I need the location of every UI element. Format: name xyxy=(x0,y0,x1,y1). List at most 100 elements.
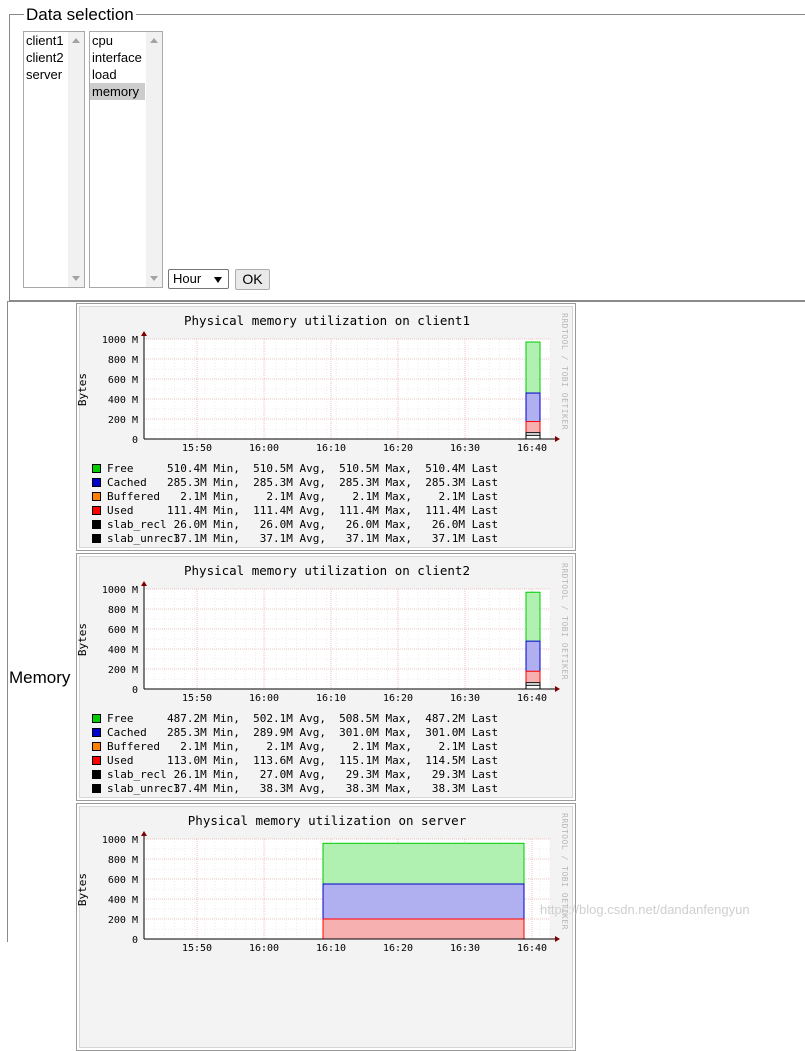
legend-stats: 2.1M Min, 2.1M Avg, 2.1M Max, 2.1M Last xyxy=(167,740,499,753)
y-axis-arrow xyxy=(141,831,147,836)
x-tick-label: 16:00 xyxy=(249,693,279,704)
x-tick-label: 16:10 xyxy=(316,943,346,954)
legend-series-name: Cached xyxy=(107,726,147,739)
x-tick-label: 16:30 xyxy=(450,693,480,704)
legend-row: slab_unrecl 37.1M Min, 37.1M Avg, 37.1M … xyxy=(92,532,498,546)
section-label: Memory xyxy=(9,668,71,687)
y-tick-label: 200 M xyxy=(108,915,138,926)
y-tick-label: 200 M xyxy=(108,665,138,676)
x-tick-label: 16:20 xyxy=(383,943,413,954)
y-tick-label: 1000 M xyxy=(102,335,138,346)
memory-graph-client2: Physical memory utilization on client2 By… xyxy=(76,556,573,798)
y-tick-label: 400 M xyxy=(108,645,138,656)
x-tick-label: 16:30 xyxy=(450,943,480,954)
plugin-listbox[interactable]: cpu interface load memory xyxy=(89,31,163,288)
plot-area: 1000 M 800 M 600 M 400 M 200 M 0 15:50 16:00 16:… xyxy=(102,581,560,704)
y-tick-label: 0 xyxy=(132,685,138,696)
x-tick-label: 16:40 xyxy=(517,693,547,704)
memory-graph-client1: Physical memory utilization on client1 By… xyxy=(76,306,573,548)
timespan-select[interactable]: Hour xyxy=(168,269,229,289)
legend-swatch xyxy=(92,714,101,723)
graph-cell: Physical memory utilization on client2 By… xyxy=(76,553,576,801)
legend-stats: 2.1M Min, 2.1M Avg, 2.1M Max, 2.1M Last xyxy=(167,490,499,503)
graph-cell: Physical memory utilization on client1 By… xyxy=(76,303,576,551)
legend-series-name: Used xyxy=(107,504,134,517)
legend-stats: 111.4M Min, 111.4M Avg, 111.4M Max, 111.… xyxy=(167,504,499,517)
y-axis-arrow xyxy=(141,581,147,586)
y-tick-label: 600 M xyxy=(108,875,138,886)
host-listbox[interactable]: client1 client2 server xyxy=(23,31,85,288)
y-tick-label: 200 M xyxy=(108,415,138,426)
y-tick-label: 1000 M xyxy=(102,835,138,846)
y-tick-label: 800 M xyxy=(108,355,138,366)
legend-series-name: Buffered xyxy=(107,490,160,503)
graph-cell: Physical memory utilization on server Byt… xyxy=(76,803,576,1051)
y-tick-label: 600 M xyxy=(108,375,138,386)
legend-row: slab_recl 26.1M Min, 27.0M Avg, 29.3M Ma… xyxy=(92,768,498,782)
timespan-value: Hour xyxy=(173,271,202,286)
legend-row: slab_unrecl 37.4M Min, 38.3M Avg, 38.3M … xyxy=(92,782,498,796)
x-axis-arrow xyxy=(555,686,560,692)
ok-button[interactable]: OK xyxy=(235,269,270,290)
legend-row: Free 487.2M Min, 502.1M Avg, 508.5M Max, … xyxy=(92,712,498,726)
y-tick-label: 800 M xyxy=(108,605,138,616)
x-tick-label: 16:30 xyxy=(450,443,480,454)
slab-unrecl-area xyxy=(525,684,541,690)
legend-row: Buffered 2.1M Min, 2.1M Avg, 2.1M Max, 2… xyxy=(92,490,498,504)
x-tick-label: 16:00 xyxy=(249,443,279,454)
legend-series-name: Free xyxy=(107,462,134,475)
slab-unrecl-area xyxy=(525,434,541,440)
legend-swatch xyxy=(92,534,101,543)
legend-swatch xyxy=(92,728,101,737)
y-tick-label: 400 M xyxy=(108,895,138,906)
legend-series-name: slab_unrecl xyxy=(107,782,180,795)
y-tick-label: 800 M xyxy=(108,855,138,866)
x-tick-label: 16:10 xyxy=(316,693,346,704)
y-tick-label: 0 xyxy=(132,435,138,446)
legend-stats: 285.3M Min, 289.9M Avg, 301.0M Max, 301.… xyxy=(167,726,499,739)
legend-row: Buffered 2.1M Min, 2.1M Avg, 2.1M Max, 2… xyxy=(92,740,498,754)
x-tick-label: 16:10 xyxy=(316,443,346,454)
legend-row: Used 113.0M Min, 113.6M Avg, 115.1M Max, … xyxy=(92,754,498,768)
legend-swatch xyxy=(92,756,101,765)
y-tick-label: 400 M xyxy=(108,395,138,406)
legend-series-name: Used xyxy=(107,754,134,767)
x-axis-arrow xyxy=(555,436,560,442)
x-tick-label: 15:50 xyxy=(182,693,212,704)
x-tick-label: 16:40 xyxy=(517,943,547,954)
graph-legend: Free 510.4M Min, 510.5M Avg, 510.5M Max, … xyxy=(92,462,498,546)
x-tick-label: 16:20 xyxy=(383,693,413,704)
legend-stats: 37.1M Min, 37.1M Avg, 37.1M Max, 37.1M L… xyxy=(167,532,499,545)
x-tick-label: 15:50 xyxy=(182,443,212,454)
watermark-text: https://blog.csdn.net/dandanfengyun xyxy=(540,902,750,917)
plugin-listbox-scrollbar[interactable] xyxy=(146,32,162,287)
legend-swatch xyxy=(92,784,101,793)
scroll-down-icon[interactable] xyxy=(72,276,80,281)
legend-series-name: slab_recl xyxy=(107,518,167,531)
legend-row: Cached 285.3M Min, 285.3M Avg, 285.3M Max… xyxy=(92,476,498,490)
scroll-up-icon[interactable] xyxy=(150,38,158,43)
scroll-up-icon[interactable] xyxy=(72,38,80,43)
legend-swatch xyxy=(92,464,101,473)
scroll-down-icon[interactable] xyxy=(150,276,158,281)
plot-area: 1000 M 800 M 600 M 400 M 200 M 0 15:50 16:00 16:… xyxy=(102,331,560,454)
y-axis-arrow xyxy=(141,331,147,336)
legend-stats: 285.3M Min, 285.3M Avg, 285.3M Max, 285.… xyxy=(167,476,499,489)
y-tick-label: 600 M xyxy=(108,625,138,636)
legend-row: Used 111.4M Min, 111.4M Avg, 111.4M Max, … xyxy=(92,504,498,518)
dropdown-arrow-icon xyxy=(214,277,222,283)
x-axis-arrow xyxy=(555,936,560,942)
legend-stats: 510.4M Min, 510.5M Avg, 510.5M Max, 510.… xyxy=(167,462,499,475)
legend-swatch xyxy=(92,478,101,487)
legend-row: slab_recl 26.0M Min, 26.0M Avg, 26.0M Ma… xyxy=(92,518,498,532)
plugin-option-selected[interactable]: memory xyxy=(90,83,145,100)
legend-swatch xyxy=(92,770,101,779)
legend-stats: 113.0M Min, 113.6M Avg, 115.1M Max, 114.… xyxy=(167,754,499,767)
memory-graph-server: Physical memory utilization on server Byt… xyxy=(76,806,573,1048)
used-area xyxy=(322,918,525,940)
legend-swatch xyxy=(92,506,101,515)
host-listbox-scrollbar[interactable] xyxy=(68,32,84,287)
legend-series-name: Free xyxy=(107,712,134,725)
legend-series-name: slab_unrecl xyxy=(107,532,180,545)
y-tick-label: 0 xyxy=(132,935,138,946)
